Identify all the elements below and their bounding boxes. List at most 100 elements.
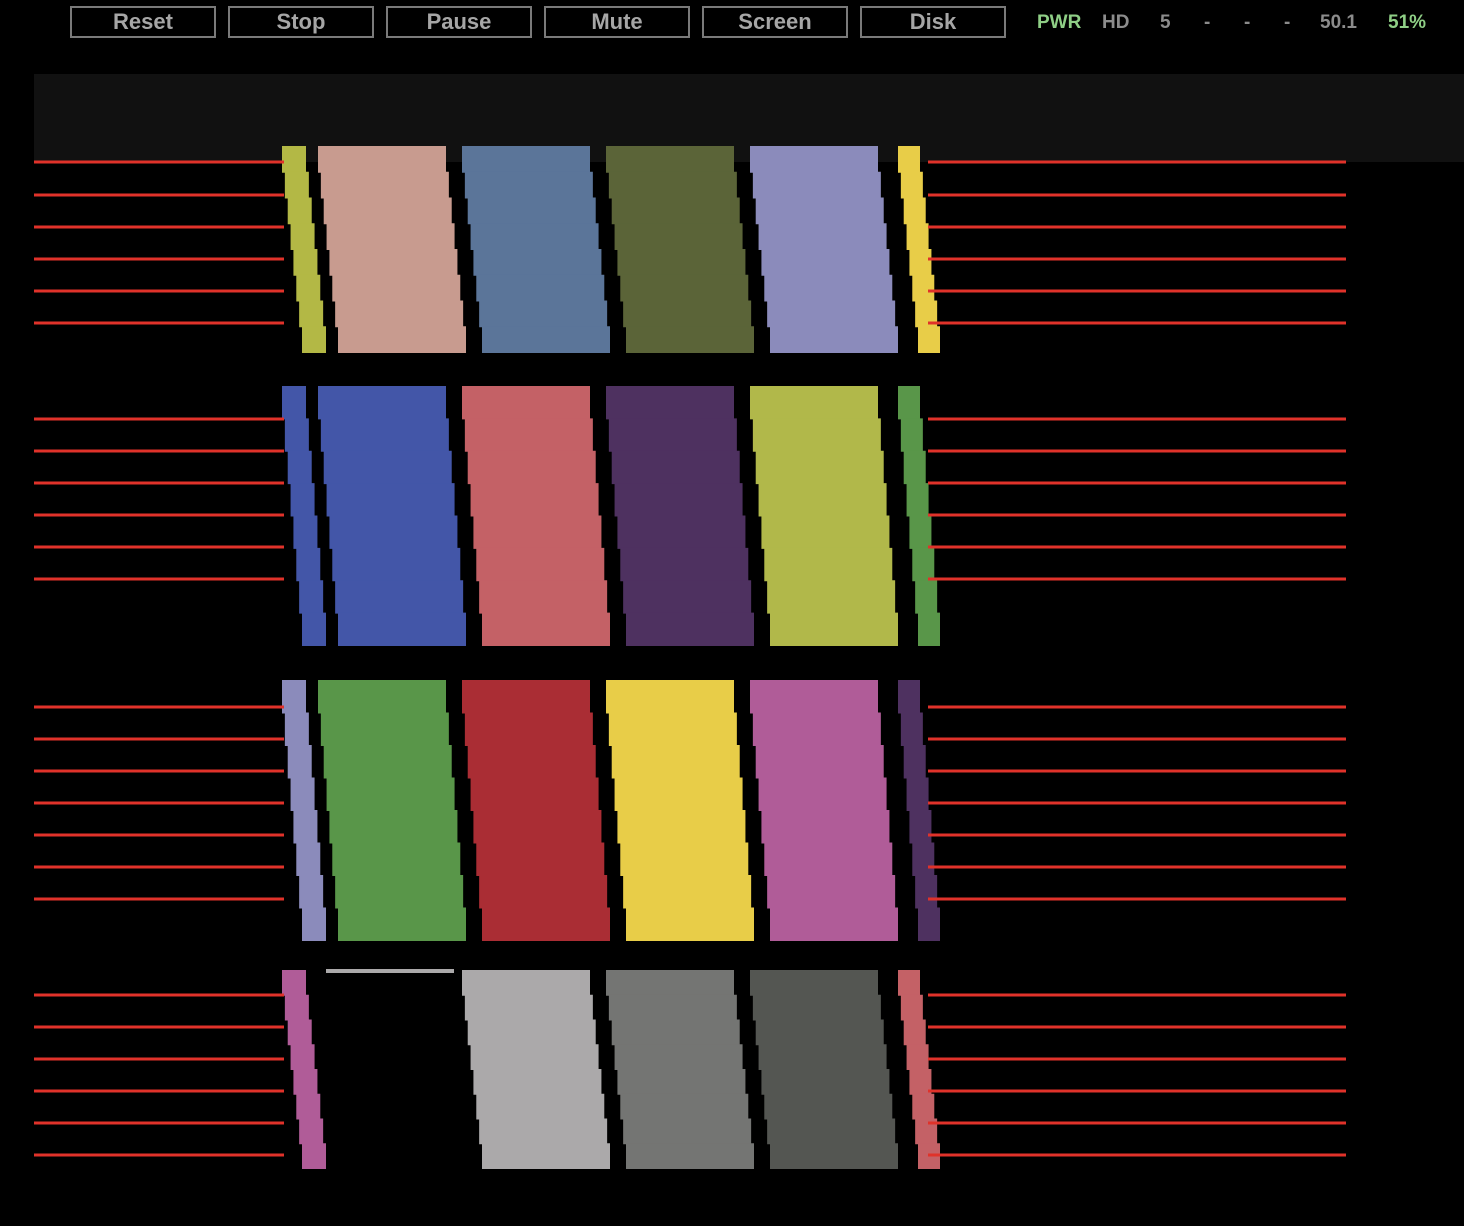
raster-line	[34, 545, 284, 549]
color-bar-wide	[338, 326, 466, 353]
color-bar-right-narrow	[909, 515, 932, 549]
color-bar-wide	[332, 842, 461, 876]
color-bar-left-narrow	[293, 1069, 318, 1095]
color-bar-wide	[614, 777, 743, 811]
color-bar-left-narrow	[282, 970, 306, 996]
color-bar-right-narrow	[906, 223, 929, 250]
color-bar-wide	[752, 418, 881, 452]
color-bar-wide	[335, 875, 464, 909]
color-bar-wide	[464, 994, 593, 1021]
color-bar-wide	[329, 810, 458, 844]
color-bar-wide	[626, 326, 754, 353]
raster-line	[34, 801, 284, 805]
color-bar-wide	[462, 146, 590, 173]
raster-line	[928, 289, 1346, 293]
color-bar-wide	[761, 810, 890, 844]
color-bar-wide	[323, 745, 452, 779]
raster-line	[928, 513, 1346, 517]
color-bar-left-narrow	[302, 612, 326, 646]
color-bar-wide	[770, 612, 898, 646]
color-bar-wide	[318, 386, 446, 420]
color-bar-wide	[476, 842, 605, 876]
color-bar-wide	[752, 994, 881, 1021]
color-bar-wide	[752, 171, 881, 199]
color-bar-wide	[620, 1093, 749, 1120]
raster-line	[34, 833, 284, 837]
color-bar-left-narrow	[293, 249, 318, 276]
color-bar-left-narrow	[296, 842, 321, 876]
color-bar-wide	[467, 1019, 596, 1046]
color-bar-wide	[620, 547, 749, 582]
color-bar-right-narrow	[900, 994, 923, 1021]
raster-line	[34, 705, 284, 709]
color-bar-right-narrow	[912, 1093, 935, 1120]
color-bar-wide	[767, 875, 896, 909]
raster-line	[928, 160, 1346, 164]
color-bar-wide	[608, 171, 737, 199]
raster-line	[34, 897, 284, 901]
color-bar-wide	[750, 146, 878, 173]
color-bar-wide	[611, 1019, 740, 1046]
raster-line	[34, 1121, 284, 1125]
color-bar-left-narrow	[284, 994, 309, 1021]
raster-line	[928, 321, 1346, 325]
color-bar-wide	[473, 249, 602, 276]
color-bar-wide	[476, 547, 605, 582]
color-bar-left-narrow	[290, 1044, 315, 1070]
raster-line	[928, 865, 1346, 869]
raster-line	[34, 321, 284, 325]
color-bar-wide	[617, 515, 746, 549]
color-bar-wide	[332, 547, 461, 582]
color-bar-wide	[614, 483, 743, 517]
color-bar-wide	[482, 612, 610, 646]
color-bar-wide	[606, 386, 734, 420]
color-bar-right-narrow	[918, 612, 940, 646]
divider-line	[326, 969, 454, 973]
raster-line	[34, 257, 284, 261]
color-bar-wide	[764, 1093, 893, 1120]
color-bar-left-narrow	[282, 386, 306, 420]
color-bar-wide	[761, 249, 890, 276]
color-bar-wide	[332, 274, 461, 302]
color-bar-wide	[752, 712, 881, 746]
raster-line	[928, 1153, 1346, 1157]
color-bar-wide	[482, 326, 610, 353]
color-bar-wide	[318, 146, 446, 173]
raster-line	[928, 545, 1346, 549]
color-bar-wide	[611, 197, 740, 225]
raster-line	[928, 577, 1346, 581]
color-bar-right-narrow	[912, 842, 935, 876]
raster-line	[34, 225, 284, 229]
color-bar-wide	[467, 745, 596, 779]
color-bar-wide	[464, 418, 593, 452]
raster-line	[34, 1089, 284, 1093]
raster-line	[928, 769, 1346, 773]
color-bar-wide	[623, 1118, 752, 1145]
raster-line	[928, 833, 1346, 837]
color-bar-wide	[320, 712, 449, 746]
color-bar-wide	[764, 547, 893, 582]
raster-line	[928, 1057, 1346, 1061]
color-bar-left-narrow	[287, 197, 312, 225]
color-bar-right-narrow	[906, 483, 929, 517]
color-bar-right-narrow	[906, 777, 929, 811]
color-bar-wide	[470, 777, 599, 811]
color-bar-wide	[750, 970, 878, 996]
color-bar-wide	[482, 1143, 610, 1169]
color-bar-wide	[470, 483, 599, 517]
color-bar-wide	[764, 842, 893, 876]
color-bar-wide	[620, 274, 749, 302]
raster-line	[34, 193, 284, 197]
raster-line	[928, 481, 1346, 485]
color-bar-wide	[323, 450, 452, 485]
color-bar-right-narrow	[909, 249, 932, 276]
color-bar-wide	[470, 1044, 599, 1070]
raster-line	[928, 993, 1346, 997]
color-bar-wide	[611, 450, 740, 485]
color-bar-left-narrow	[287, 1019, 312, 1046]
color-bar-right-narrow	[903, 450, 926, 485]
color-bar-left-narrow	[299, 875, 324, 909]
color-bar-wide	[329, 249, 458, 276]
color-bar-left-narrow	[290, 777, 315, 811]
color-bar-wide	[335, 580, 464, 614]
